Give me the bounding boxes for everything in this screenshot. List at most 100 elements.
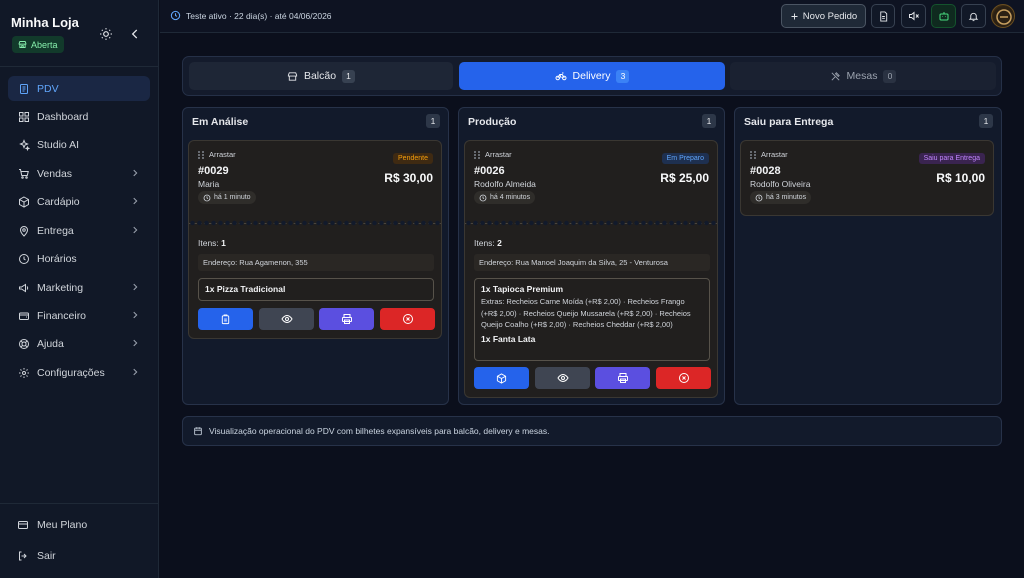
chevron-right-icon [133, 226, 138, 234]
sparkles-icon [19, 138, 30, 151]
items-count: Itens: 1 [198, 238, 226, 248]
eye-icon [556, 373, 569, 383]
clipboard-icon [221, 313, 230, 324]
order-ticket[interactable]: Arrastar #0029 Maria há 1 minuto Pendent… [188, 140, 442, 339]
sidebar-item-horarios[interactable]: Horários [8, 246, 150, 271]
dashboard-icon [19, 111, 29, 122]
new-order-label: Novo Pedido [802, 10, 858, 22]
delivery-address: Endereço: Rua Manoel Joaquim da Silva, 2… [474, 254, 710, 271]
chevron-right-icon [133, 368, 138, 376]
sidebar-item-label: Ajuda [37, 337, 64, 350]
items-value: 1 [221, 238, 226, 248]
sidebar-item-marketing[interactable]: Marketing [8, 275, 150, 300]
drag-handle[interactable]: Arrastar [750, 150, 788, 159]
order-total: R$ 10,00 [936, 171, 985, 185]
chevron-right-icon [133, 311, 138, 319]
chevron-left-icon[interactable] [128, 27, 142, 41]
cancel-button[interactable] [380, 308, 435, 330]
customer-name: Rodolfo Almeida [474, 179, 536, 189]
store-status-label: Aberta [31, 39, 58, 50]
drag-handle[interactable]: Arrastar [474, 150, 512, 159]
box-icon [19, 195, 29, 208]
sidebar-item-label: Vendas [37, 167, 73, 180]
column-title: Em Análise [192, 116, 249, 128]
drag-label: Arrastar [485, 150, 512, 159]
report-button[interactable] [871, 4, 895, 28]
drag-handle[interactable]: Arrastar [198, 150, 236, 159]
sidebar-item-configuracoes[interactable]: Configurações [8, 360, 150, 385]
chevron-right-icon [133, 197, 138, 205]
clock-icon [170, 10, 181, 21]
gear-icon [19, 367, 29, 378]
ticket-actions [474, 367, 711, 389]
column-count: 1 [979, 114, 993, 128]
sidebar-item-cardapio[interactable]: Cardápio [8, 189, 150, 214]
ticket-perforation [189, 220, 441, 229]
cart-icon [19, 168, 29, 179]
accept-button[interactable] [198, 308, 253, 330]
chevron-right-icon [133, 169, 138, 177]
tab-count: 1 [342, 69, 356, 83]
sidebar-item-pdv[interactable]: PDV [8, 76, 150, 101]
clock-icon [203, 194, 211, 201]
credit-card-icon [18, 521, 28, 529]
view-button[interactable] [535, 367, 590, 389]
calendar-icon [194, 427, 202, 436]
close-circle-icon [678, 373, 689, 383]
info-banner: Visualização operacional do PDV com bilh… [182, 416, 1002, 446]
store-name: Minha Loja [11, 15, 79, 30]
view-button[interactable] [259, 308, 314, 330]
clock-icon [755, 194, 763, 201]
sidebar-item-vendas[interactable]: Vendas [8, 161, 150, 186]
items-label: Itens: [474, 238, 495, 248]
tab-label: Delivery [572, 70, 611, 82]
bike-icon [555, 72, 567, 81]
tab-balcao[interactable]: Balcão 1 [189, 62, 453, 90]
tab-label: Mesas [846, 70, 878, 82]
ticket-actions [198, 308, 435, 330]
sidebar-item-financeiro[interactable]: Financeiro [8, 303, 150, 328]
sidebar-item-studio-ai[interactable]: Studio AI [8, 132, 150, 157]
info-text: Visualização operacional do PDV com bilh… [209, 426, 550, 436]
elapsed-time: há 3 minutos [750, 191, 812, 204]
sidebar-item-ajuda[interactable]: Ajuda [8, 331, 150, 356]
logout-icon [19, 551, 27, 561]
print-button[interactable] [595, 367, 650, 389]
printer-icon [341, 314, 352, 324]
items-label: Itens: [198, 238, 219, 248]
store-status-badge[interactable]: Aberta [12, 36, 64, 53]
tab-mesas[interactable]: Mesas 0 [730, 62, 996, 90]
drag-label: Arrastar [209, 150, 236, 159]
sidebar-item-entrega[interactable]: Entrega [8, 218, 150, 243]
sun-icon[interactable] [99, 27, 113, 41]
cancel-button[interactable] [656, 367, 711, 389]
clock-icon [479, 194, 487, 201]
order-id: #0026 [474, 165, 505, 177]
new-order-button[interactable]: Novo Pedido [781, 4, 866, 28]
plus-icon [791, 13, 798, 19]
tab-label: Balcão [303, 70, 337, 82]
column-em-analise: Em Análise 1 Arrastar #0029 Maria há 1 m… [182, 107, 449, 405]
printer-icon [617, 373, 628, 383]
logout-link[interactable]: Sair [8, 544, 150, 568]
sidebar-item-dashboard[interactable]: Dashboard [8, 104, 150, 129]
eye-icon [280, 314, 293, 324]
order-ticket[interactable]: Arrastar #0026 Rodolfo Almeida há 4 minu… [464, 140, 718, 398]
logout-label: Sair [37, 550, 56, 562]
wallet-icon [19, 312, 29, 320]
tab-delivery[interactable]: Delivery 3 [459, 62, 725, 90]
my-plan-label: Meu Plano [37, 519, 88, 531]
package-button[interactable] [474, 367, 529, 389]
sidebar-item-label: Entrega [37, 224, 74, 237]
avatar[interactable] [991, 4, 1015, 28]
notifications-button[interactable] [961, 4, 986, 28]
order-ticket[interactable]: Arrastar #0028 Rodolfo Oliveira há 3 min… [740, 140, 994, 216]
mute-button[interactable] [901, 4, 926, 28]
print-button[interactable] [319, 308, 374, 330]
my-plan-link[interactable]: Meu Plano [8, 513, 150, 537]
order-id: #0029 [198, 165, 229, 177]
order-total: R$ 25,00 [660, 171, 709, 185]
grip-icon [750, 150, 756, 159]
bot-button[interactable] [931, 4, 956, 28]
grip-icon [474, 150, 480, 159]
